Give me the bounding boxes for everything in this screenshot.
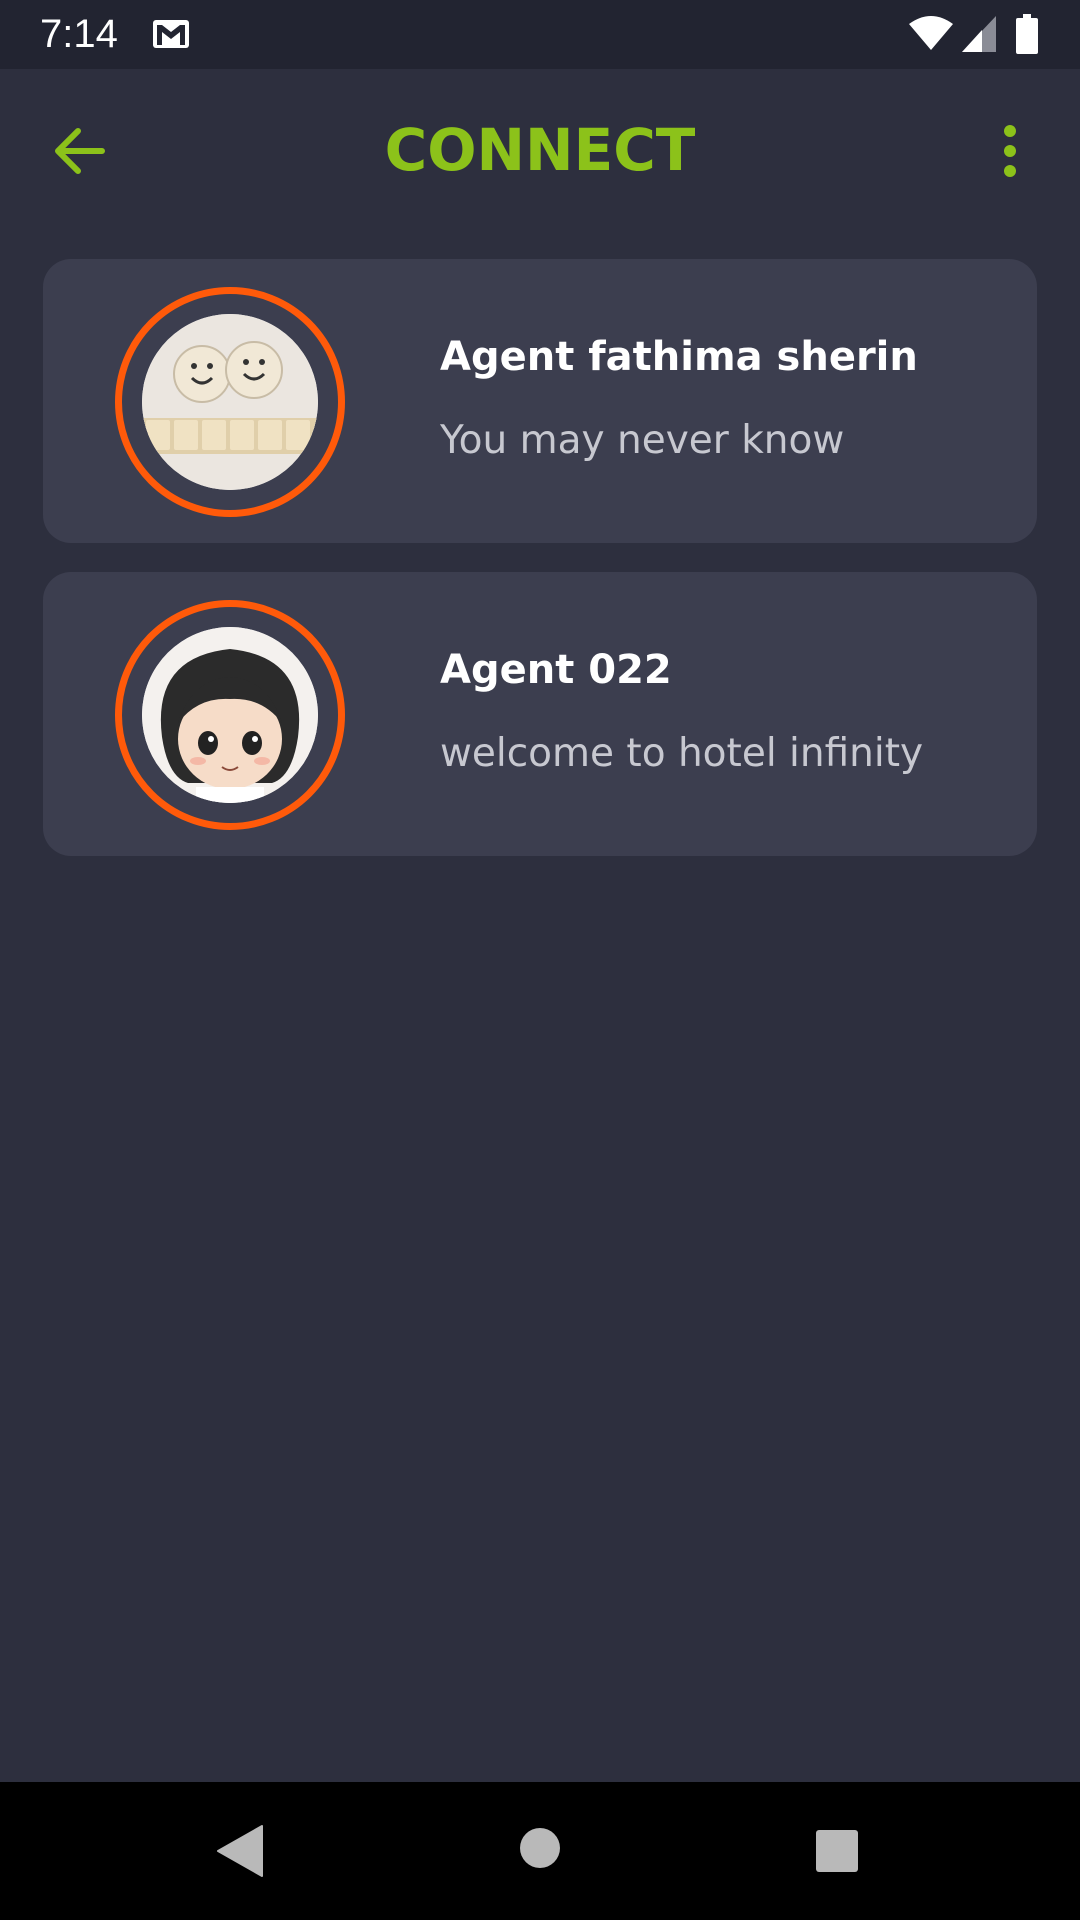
contact-card[interactable]: Agent 022 welcome to hotel infinity <box>43 572 1037 856</box>
status-time: 7:14 <box>40 12 118 56</box>
gmail-icon <box>153 20 189 48</box>
app-bar: CONNECT <box>0 69 1080 231</box>
nav-recents-icon[interactable] <box>816 1830 858 1872</box>
friend-dice-avatar <box>142 314 318 490</box>
avatar-ring <box>115 600 345 830</box>
contact-status: welcome to hotel infinity <box>440 731 924 776</box>
contact-name: Agent fathima sherin <box>440 334 918 380</box>
more-vert-icon[interactable] <box>990 121 1030 181</box>
page-title: CONNECT <box>384 116 696 184</box>
contact-card[interactable]: Agent fathima sherin You may never know <box>43 259 1037 543</box>
contact-name: Agent 022 <box>440 647 672 693</box>
status-bar: 7:14 <box>0 0 1080 69</box>
avatar-ring <box>115 287 345 517</box>
contact-status: You may never know <box>440 418 845 463</box>
cartoon-girl-avatar <box>142 627 318 803</box>
signal-icon <box>962 16 996 52</box>
nav-back-icon[interactable] <box>216 1824 264 1878</box>
wifi-icon <box>909 16 953 50</box>
battery-icon <box>1016 14 1038 54</box>
nav-home-icon[interactable] <box>520 1828 560 1868</box>
navigation-bar <box>0 1782 1080 1920</box>
